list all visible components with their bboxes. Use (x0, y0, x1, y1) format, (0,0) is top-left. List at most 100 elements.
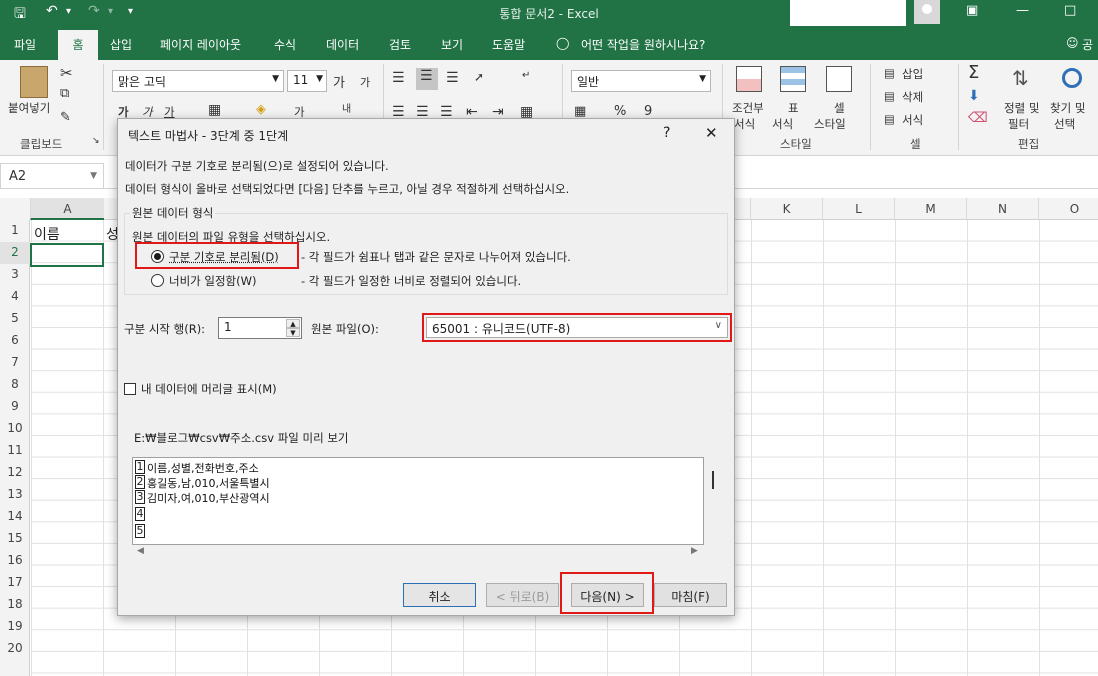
row-header[interactable]: 16 (0, 550, 30, 572)
format-painter-icon[interactable]: ✎ (60, 110, 71, 125)
ribbon-display-icon[interactable]: ▣ (966, 3, 978, 18)
selected-cell-a2[interactable] (30, 243, 104, 267)
format-cells-icon[interactable]: ▤ (884, 112, 895, 126)
header-row-checkbox-label[interactable]: 내 데이터에 머리글 표시(M) (141, 381, 277, 397)
delete-cells-icon[interactable]: ▤ (884, 89, 895, 103)
file-preview-pane[interactable]: 1 2 3 4 5 이름,성별,전화번호,주소 홍길동,남,010,서울특별시 … (132, 457, 704, 545)
tab-formulas[interactable]: 수식 (274, 36, 296, 53)
find-select-icon[interactable] (1062, 68, 1082, 88)
select-all-corner[interactable] (0, 198, 30, 220)
column-header-k[interactable]: K (750, 198, 822, 220)
column-header-o[interactable]: O (1038, 198, 1098, 220)
font-grow-button[interactable]: 가 (333, 72, 345, 91)
column-header-a[interactable]: A (30, 198, 104, 220)
spinner-up-icon[interactable]: ▲ (286, 319, 300, 328)
share-label[interactable]: 공 (1082, 36, 1093, 53)
cell-a1[interactable]: 이름 (34, 224, 60, 244)
tab-page-layout[interactable]: 페이지 레이아웃 (160, 36, 241, 53)
clear-icon[interactable]: ⌫ (968, 110, 988, 126)
column-header-m[interactable]: M (894, 198, 966, 220)
fixed-width-radio[interactable] (151, 274, 164, 287)
format-as-table-icon[interactable] (780, 66, 806, 92)
border-icon[interactable]: ▦ (208, 102, 221, 118)
row-header[interactable]: 14 (0, 506, 30, 528)
row-header[interactable]: 8 (0, 374, 30, 396)
tab-help[interactable]: 도움말 (492, 36, 525, 53)
conditional-format-icon[interactable] (736, 66, 762, 92)
insert-cells-icon[interactable]: ▤ (884, 66, 895, 80)
align-middle-icon[interactable]: ☰ (416, 68, 438, 90)
cell-styles-icon[interactable] (826, 66, 852, 92)
tab-review[interactable]: 검토 (389, 36, 411, 53)
cancel-button[interactable]: 취소 (403, 583, 476, 607)
format-cells-button[interactable]: 서식 (902, 112, 923, 128)
delimited-radio-label[interactable]: 구분 기호로 분리됨(D) (169, 249, 279, 265)
row-header[interactable]: 1 (0, 220, 30, 242)
name-box[interactable]: A2 ▼ (0, 163, 104, 189)
paste-icon[interactable] (20, 66, 48, 98)
align-bottom-icon[interactable]: ☰ (446, 70, 459, 86)
next-button[interactable]: 다음(N) > (571, 583, 644, 607)
spinner-down-icon[interactable]: ▼ (286, 328, 300, 337)
autosum-icon[interactable]: Σ (968, 62, 979, 83)
conditional-format-label-2[interactable]: 서식 (734, 116, 755, 132)
row-header[interactable]: 7 (0, 352, 30, 374)
row-header[interactable]: 17 (0, 572, 30, 594)
row-header[interactable]: 5 (0, 308, 30, 330)
row-header[interactable]: 18 (0, 594, 30, 616)
tab-data[interactable]: 데이터 (326, 36, 359, 53)
row-header[interactable]: 20 (0, 638, 30, 660)
wrap-text-icon[interactable]: ↵ (522, 70, 530, 81)
delimited-radio[interactable] (151, 250, 164, 263)
fill-color-icon[interactable]: ◈ (256, 102, 266, 117)
clipboard-launcher-icon[interactable]: ↘ (92, 136, 100, 146)
share-icon[interactable]: ☺ (1066, 36, 1079, 50)
fill-icon[interactable]: ⬇ (968, 88, 980, 104)
header-row-checkbox[interactable] (124, 383, 136, 395)
cut-icon[interactable]: ✂ (60, 64, 73, 82)
user-avatar[interactable] (914, 0, 940, 24)
cell-styles-label-2[interactable]: 스타일 (814, 116, 846, 132)
format-as-table-label-2[interactable]: 서식 (772, 116, 793, 132)
sort-filter-icon[interactable]: ⇅ (1012, 66, 1029, 90)
row-header[interactable]: 3 (0, 264, 30, 286)
row-header[interactable]: 10 (0, 418, 30, 440)
scroll-left-icon[interactable]: ◀ (137, 546, 144, 556)
maximize-icon[interactable]: □ (1064, 3, 1076, 18)
row-header[interactable]: 15 (0, 528, 30, 550)
column-header-l[interactable]: L (822, 198, 894, 220)
row-header[interactable]: 12 (0, 462, 30, 484)
delete-cells-button[interactable]: 삭제 (902, 89, 923, 105)
font-shrink-button[interactable]: 가 (360, 74, 370, 90)
insert-cells-button[interactable]: 삽입 (902, 66, 923, 82)
column-header-n[interactable]: N (966, 198, 1038, 220)
help-button[interactable]: ? (663, 125, 670, 141)
number-format-combo[interactable]: 일반 ▼ (571, 70, 711, 92)
font-size-combo[interactable]: 11 ▼ (287, 70, 327, 92)
row-header[interactable]: 9 (0, 396, 30, 418)
row-header[interactable]: 11 (0, 440, 30, 462)
format-as-table-label-1[interactable]: 표 (788, 100, 799, 116)
align-top-icon[interactable]: ☰ (392, 70, 405, 86)
account-name-box[interactable] (790, 0, 906, 26)
minimize-icon[interactable]: — (1016, 3, 1029, 18)
sort-filter-label-2[interactable]: 필터 (1008, 116, 1029, 132)
tell-me-search[interactable]: 어떤 작업을 원하시나요? (581, 36, 705, 53)
tab-home[interactable]: 홈 (58, 30, 98, 60)
find-select-label-2[interactable]: 선택 (1054, 116, 1075, 132)
row-header[interactable]: 2 (0, 242, 30, 264)
percent-button[interactable]: % (614, 104, 626, 119)
row-header[interactable]: 13 (0, 484, 30, 506)
find-select-label-1[interactable]: 찾기 및 (1050, 100, 1085, 116)
sort-filter-label-1[interactable]: 정렬 및 (1004, 100, 1039, 116)
row-header[interactable]: 6 (0, 330, 30, 352)
copy-icon[interactable]: ⧉ (60, 86, 69, 101)
tab-insert[interactable]: 삽입 (110, 36, 132, 53)
row-header[interactable]: 19 (0, 616, 30, 638)
tab-file[interactable]: 파일 (14, 36, 36, 53)
tab-view[interactable]: 보기 (441, 36, 463, 53)
comma-button[interactable]: 9 (644, 104, 652, 119)
conditional-format-label-1[interactable]: 조건부 (732, 100, 764, 116)
fixed-width-radio-label[interactable]: 너비가 일정함(W) (169, 273, 256, 289)
vertical-scrollbar-thumb[interactable] (712, 471, 714, 489)
